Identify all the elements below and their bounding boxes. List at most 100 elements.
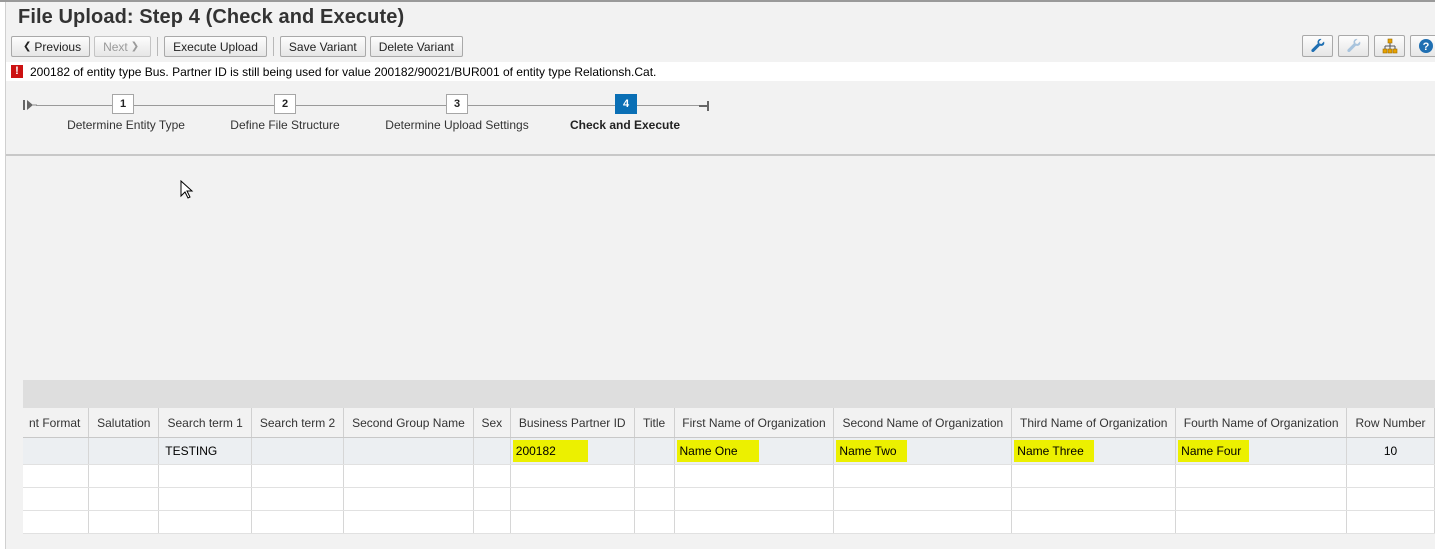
hierarchy-button[interactable]	[1374, 35, 1405, 57]
table-row[interactable]: TESTING 200182 Name One Name Two Name Th…	[23, 437, 1435, 465]
table-cell[interactable]	[510, 510, 635, 534]
table-cell[interactable]	[833, 510, 1013, 534]
previous-label: Previous	[34, 39, 82, 54]
column-header[interactable]: Search term 2	[251, 408, 344, 438]
table-cell[interactable]	[634, 510, 675, 534]
previous-button[interactable]: ❮ Previous	[11, 36, 91, 57]
window-top-border	[0, 0, 1435, 2]
table-cell[interactable]	[343, 510, 474, 534]
roadmap-step-2[interactable]: 2	[274, 94, 296, 114]
wrench-disabled-icon	[1346, 38, 1360, 53]
table-cell[interactable]	[1346, 487, 1435, 511]
table-header-row: nt Format Salutation Search term 1 Searc…	[23, 408, 1435, 438]
table-cell[interactable]	[158, 510, 253, 534]
error-icon: !	[11, 65, 23, 78]
column-header[interactable]: Second Name of Organization	[833, 408, 1013, 438]
roadmap-step-3[interactable]: 3	[446, 94, 468, 114]
table-cell[interactable]	[634, 487, 675, 511]
table-cell[interactable]	[1011, 487, 1177, 511]
roadmap-step-label-2: Define File Structure	[230, 118, 340, 132]
table-row-empty[interactable]	[23, 510, 1435, 534]
next-button[interactable]: Next ❯	[94, 36, 152, 57]
table-cell[interactable]: Name Four	[1175, 437, 1348, 465]
table-cell[interactable]	[1175, 464, 1348, 488]
table-cell[interactable]	[251, 510, 344, 534]
roadmap-step-4[interactable]: 4	[615, 94, 637, 114]
roadmap-start-icon	[23, 100, 37, 110]
table-row-empty[interactable]	[23, 464, 1435, 488]
table-cell[interactable]	[251, 464, 344, 488]
column-header[interactable]: Title	[634, 408, 675, 438]
table-cell[interactable]	[158, 464, 253, 488]
settings-disabled-button[interactable]	[1338, 35, 1369, 57]
column-header[interactable]: Third Name of Organization	[1011, 408, 1177, 438]
column-header[interactable]: nt Format	[23, 408, 90, 438]
help-button[interactable]: ?	[1410, 35, 1435, 57]
save-variant-button[interactable]: Save Variant	[279, 36, 366, 57]
highlighted-cell-value: 200182	[512, 440, 588, 462]
table-cell[interactable]	[251, 487, 344, 511]
table-cell[interactable]	[1011, 464, 1177, 488]
table-cell[interactable]	[833, 487, 1013, 511]
table-cell[interactable]	[1346, 464, 1435, 488]
table-cell[interactable]	[343, 487, 474, 511]
table-cell[interactable]	[23, 510, 90, 534]
page-title: File Upload: Step 4 (Check and Execute)	[18, 6, 405, 28]
column-header[interactable]: Search term 1	[158, 408, 253, 438]
table-cell[interactable]	[1011, 510, 1177, 534]
table-cell[interactable]	[343, 464, 474, 488]
table-cell[interactable]	[1346, 510, 1435, 534]
delete-variant-button[interactable]: Delete Variant	[369, 36, 463, 57]
table-cell[interactable]	[23, 487, 90, 511]
table-cell[interactable]	[510, 464, 635, 488]
table-cell[interactable]	[251, 437, 344, 465]
table-cell[interactable]	[88, 464, 160, 488]
table-cell[interactable]	[473, 510, 511, 534]
table-cell[interactable]: 10	[1346, 437, 1435, 465]
table-cell[interactable]	[473, 437, 511, 465]
table-cell[interactable]	[1175, 487, 1348, 511]
table-cell[interactable]: Name Two	[833, 437, 1013, 465]
table-cell[interactable]	[473, 487, 511, 511]
roadmap-line	[36, 105, 708, 106]
column-header[interactable]: Row Number	[1346, 408, 1435, 438]
settings-button[interactable]	[1302, 35, 1333, 57]
column-header[interactable]: Fourth Name of Organization	[1175, 408, 1348, 438]
table-cell[interactable]	[88, 510, 160, 534]
table-row-empty[interactable]	[23, 487, 1435, 511]
roadmap-step-1[interactable]: 1	[112, 94, 134, 114]
table-cell[interactable]	[634, 464, 675, 488]
table-cell[interactable]	[634, 437, 675, 465]
table-cell[interactable]	[674, 487, 835, 511]
table-cell[interactable]: 200182	[510, 437, 635, 465]
table-cell[interactable]	[23, 437, 90, 465]
chevron-right-icon: ❯	[130, 41, 140, 52]
roadmap-step-label-1: Determine Entity Type	[67, 118, 185, 132]
column-header[interactable]: Sex	[473, 408, 511, 438]
column-header[interactable]: First Name of Organization	[674, 408, 835, 438]
column-header[interactable]: Salutation	[88, 408, 160, 438]
table-cell[interactable]	[833, 464, 1013, 488]
mouse-cursor-icon	[180, 180, 194, 199]
table-cell[interactable]	[473, 464, 511, 488]
next-label: Next	[103, 39, 128, 54]
svg-text:?: ?	[1422, 41, 1429, 53]
table-cell[interactable]	[674, 510, 835, 534]
execute-upload-button[interactable]: Execute Upload	[164, 36, 267, 57]
column-header[interactable]: Business Partner ID	[510, 408, 635, 438]
table-cell[interactable]: TESTING	[158, 437, 253, 465]
table-cell[interactable]	[674, 464, 835, 488]
table-cell[interactable]: Name One	[674, 437, 835, 465]
chevron-left-icon: ❮	[23, 41, 32, 52]
table-cell[interactable]	[510, 487, 635, 511]
hierarchy-icon	[1382, 38, 1397, 54]
table-cell[interactable]	[88, 487, 160, 511]
table-cell[interactable]	[343, 437, 474, 465]
highlighted-cell-value: Name One	[676, 440, 759, 462]
table-cell[interactable]	[23, 464, 90, 488]
table-cell[interactable]	[88, 437, 160, 465]
table-cell[interactable]	[1175, 510, 1348, 534]
column-header[interactable]: Second Group Name	[343, 408, 474, 438]
table-cell[interactable]	[158, 487, 253, 511]
table-cell[interactable]: Name Three	[1011, 437, 1177, 465]
